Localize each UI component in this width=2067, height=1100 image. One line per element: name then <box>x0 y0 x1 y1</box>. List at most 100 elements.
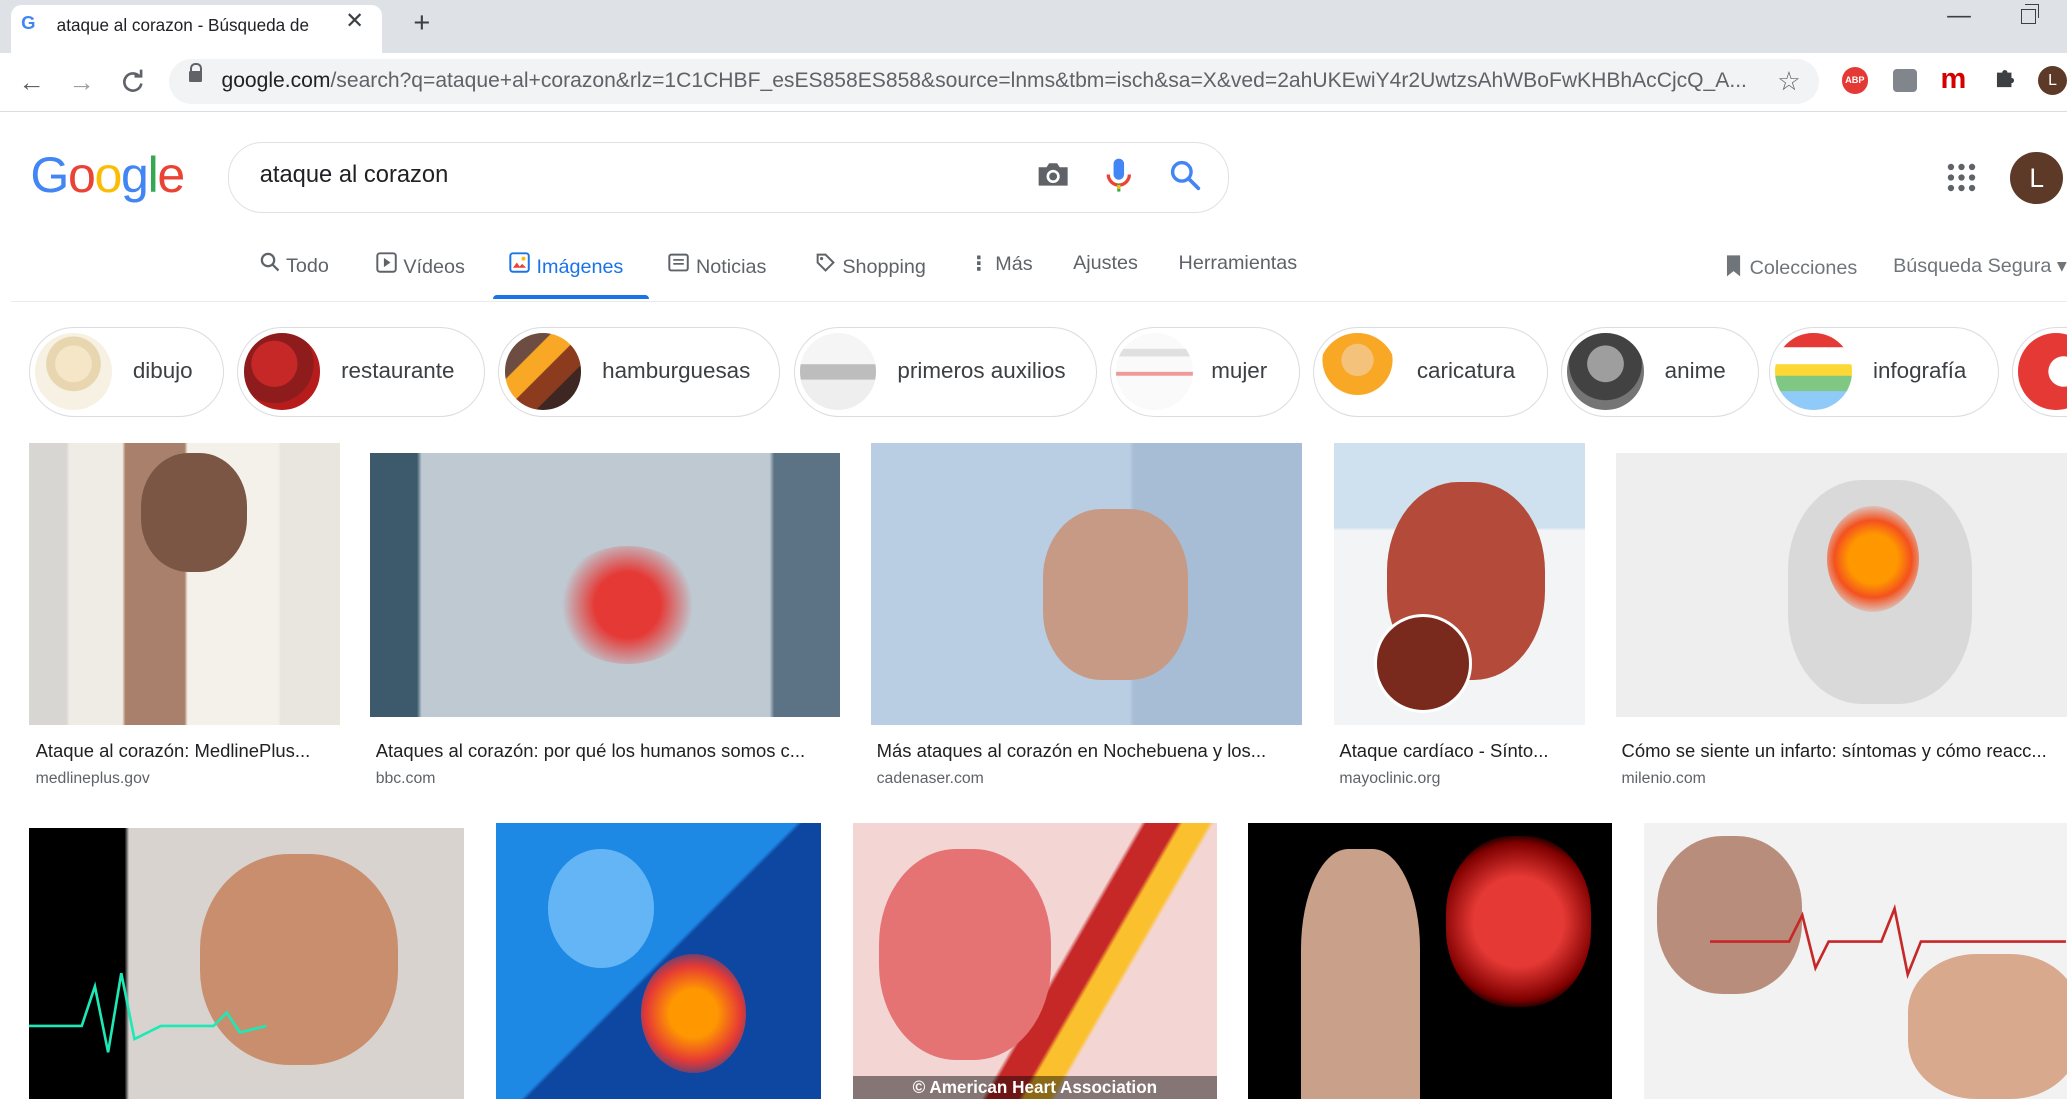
chip-label: restaurante <box>341 358 455 384</box>
result-image[interactable] <box>29 442 341 726</box>
tab-videos[interactable]: Vídeos <box>376 252 465 299</box>
restore-window-icon[interactable] <box>2020 3 2039 25</box>
logo-letter: o <box>94 147 123 204</box>
result-source: cadenaser.com <box>876 769 984 787</box>
chip-label: hamburguesas <box>602 358 751 384</box>
tab-news[interactable]: Noticias <box>668 252 766 299</box>
result-caption[interactable]: Ataque cardíaco - Sínto... <box>1339 740 1582 762</box>
microphone-icon[interactable] <box>1103 156 1135 202</box>
extension-hat-icon[interactable] <box>1893 68 1917 93</box>
play-icon <box>376 252 397 279</box>
chip-dibujo[interactable]: dibujo <box>29 326 225 417</box>
active-tab-indicator <box>493 295 649 300</box>
result-caption[interactable]: Cómo se siente un infarto: síntomas y có… <box>1622 740 2067 762</box>
tab-label: Imágenes <box>536 255 624 278</box>
chip-label: anime <box>1664 358 1726 384</box>
chip-anime[interactable]: anime <box>1560 326 1759 417</box>
chip-thumbnail <box>1775 333 1852 410</box>
logo-letter: G <box>30 147 69 204</box>
result-image[interactable] <box>1643 822 2067 1100</box>
tab-more[interactable]: ⋮ Más <box>969 252 1033 299</box>
url-text[interactable]: google.com/search?q=ataque+al+corazon&rl… <box>221 69 1763 93</box>
result-caption[interactable]: Ataques al corazón: por qué los humanos … <box>376 740 837 762</box>
settings-link[interactable]: Ajustes <box>1073 252 1138 299</box>
extensions-puzzle-icon[interactable] <box>1993 66 2017 97</box>
extension-m-icon[interactable]: m <box>1941 63 1967 96</box>
tab-label: Más <box>995 252 1033 275</box>
bookmark-icon <box>1723 255 1744 279</box>
browser-profile-avatar[interactable]: L <box>2038 65 2067 95</box>
close-tab-button[interactable]: ✕ <box>343 8 367 34</box>
image-icon <box>509 252 530 279</box>
chip-label: mujer <box>1211 358 1268 384</box>
tab-label: Noticias <box>696 255 767 278</box>
logo-letter: o <box>67 147 96 204</box>
collections-label: Colecciones <box>1749 257 1858 280</box>
chip-restaurante[interactable]: restaurante <box>237 326 486 417</box>
result-image[interactable] <box>29 827 465 1100</box>
result-image[interactable] <box>1334 442 1585 726</box>
bookmark-star-icon[interactable]: ☆ <box>1777 66 1801 97</box>
image-subject <box>1042 508 1188 681</box>
result-source: bbc.com <box>375 769 436 787</box>
chip-label: dibujo <box>132 358 193 384</box>
chip-thumbnail <box>799 333 877 410</box>
result-image[interactable] <box>1616 453 2067 718</box>
image-detail <box>1827 506 1920 612</box>
more-vert-icon: ⋮ <box>968 252 989 275</box>
reload-icon[interactable] <box>116 65 150 99</box>
chip-label: primeros auxilios <box>897 358 1066 384</box>
minimize-icon[interactable]: — <box>1947 3 1971 30</box>
chip-next[interactable] <box>2011 326 2067 417</box>
logo-letter: g <box>121 147 149 204</box>
result-image[interactable] <box>871 442 1303 726</box>
result-caption[interactable]: Más ataques al corazón en Nochebuena y l… <box>877 740 1299 762</box>
news-icon <box>668 252 690 279</box>
tab-todo[interactable]: Todo <box>260 252 329 299</box>
camera-icon[interactable] <box>1036 158 1070 196</box>
chip-hamburguesas[interactable]: hamburguesas <box>498 326 781 417</box>
collections-link[interactable]: Colecciones <box>1723 254 1857 280</box>
back-arrow-icon[interactable]: ← <box>15 65 49 99</box>
image-subject <box>879 848 1051 1060</box>
search-icon <box>260 252 280 278</box>
result-image[interactable] <box>370 453 840 718</box>
image-detail <box>640 954 747 1074</box>
tools-link[interactable]: Herramientas <box>1179 252 1298 299</box>
search-icon[interactable] <box>1168 158 1202 198</box>
result-image[interactable] <box>1248 822 1613 1100</box>
result-image[interactable] <box>495 822 822 1100</box>
image-subject <box>141 453 247 573</box>
image-detail <box>1446 835 1592 1008</box>
chip-infografia[interactable]: infografía <box>1769 326 1999 417</box>
chip-thumbnail <box>1319 333 1396 410</box>
tab-shopping[interactable]: Shopping <box>815 252 926 299</box>
image-subject <box>548 848 654 968</box>
adblock-icon[interactable]: ABP <box>1841 67 1869 94</box>
result-source: mayoclinic.org <box>1339 769 1441 787</box>
chip-primeros-auxilios[interactable]: primeros auxilios <box>793 326 1097 417</box>
chip-thumbnail <box>243 333 320 410</box>
google-apps-icon[interactable] <box>1947 163 1976 192</box>
google-logo[interactable]: Google <box>30 146 185 204</box>
image-detail <box>1373 614 1472 713</box>
chip-caricatura[interactable]: caricatura <box>1313 326 1548 417</box>
chip-thumbnail <box>35 333 112 410</box>
ecg-line <box>1709 903 2066 979</box>
image-watermark: © American Heart Association <box>852 1075 1217 1100</box>
chip-mujer[interactable]: mujer <box>1110 326 1300 417</box>
forward-arrow-icon[interactable]: → <box>65 65 99 99</box>
result-image[interactable]: © American Heart Association <box>852 822 1217 1100</box>
account-avatar[interactable]: L <box>2010 151 2064 205</box>
lock-icon[interactable] <box>188 63 202 82</box>
tab-images[interactable]: Imágenes <box>509 252 623 299</box>
image-subject <box>554 545 700 665</box>
chip-thumbnail <box>1116 333 1193 410</box>
search-input[interactable]: ataque al corazon <box>260 162 449 189</box>
safe-search-dropdown[interactable]: Búsqueda Segura ▾ <box>1893 254 2067 278</box>
result-caption[interactable]: Ataque al corazón: MedlinePlus... <box>36 740 337 762</box>
new-tab-button[interactable]: + <box>406 7 438 40</box>
chip-thumbnail <box>1567 333 1644 410</box>
tab-label: Todo <box>286 254 329 277</box>
chip-label: infografía <box>1872 358 1967 384</box>
